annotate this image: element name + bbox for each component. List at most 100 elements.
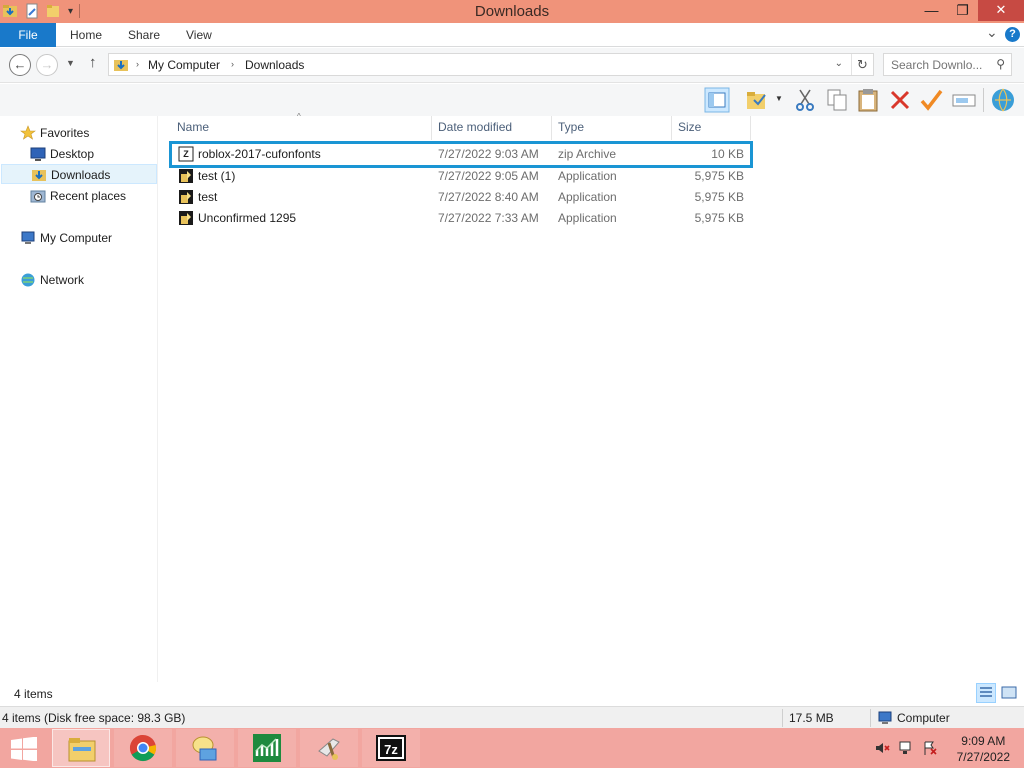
taskbar: 7z 9:09 AM 7/27/2022 [0,728,1024,768]
file-name: test [198,190,218,204]
file-type: Application [558,190,617,204]
svg-text:Z: Z [183,149,189,159]
preview-pane-icon[interactable] [704,87,730,113]
column-header-type[interactable]: Type [558,116,584,138]
file-date-modified: 7/27/2022 7:33 AM [438,211,539,225]
tab-view[interactable]: View [186,23,212,47]
maximize-button[interactable]: ❐ [947,0,978,21]
taskbar-cleaner[interactable] [300,729,358,767]
help-icon[interactable]: ? [1005,27,1020,42]
column-header-size[interactable]: Size [678,116,701,138]
file-row-unconfirmed-1295[interactable]: Unconfirmed 1295 7/27/2022 7:33 AM Appli… [172,208,750,229]
column-divider[interactable] [431,116,432,140]
tab-home[interactable]: Home [70,23,102,47]
computer-icon [878,711,892,724]
up-button[interactable]: ↑ [89,54,97,71]
window-controls: — ❐ ✕ [916,0,1024,21]
search-box[interactable]: ⚲ [883,53,1012,76]
move-to-folder-icon[interactable] [744,87,770,113]
delete-icon[interactable] [887,87,913,113]
chrome-icon [129,734,157,762]
file-explorer-icon [68,738,96,762]
star-icon [20,125,36,140]
computer-icon [21,231,35,244]
downloads-folder-icon [32,170,46,181]
taskbar-clock[interactable]: 9:09 AM 7/27/2022 [957,733,1010,765]
large-icons-view-button[interactable] [999,683,1019,703]
nav-desktop[interactable]: Desktop [30,144,150,164]
nav-my-computer[interactable]: My Computer [20,228,150,248]
globe-icon[interactable] [990,87,1016,113]
taskbar-stock-chart[interactable] [238,729,296,767]
navigation-pane: Favorites Desktop Downloads Recent place… [0,116,158,682]
nav-my-computer-label: My Computer [40,231,113,245]
cut-icon[interactable] [792,87,818,113]
file-row-roblox-2017-cufonfonts[interactable]: Z roblox-2017-cufonfonts 7/27/2022 9:03 … [169,141,753,168]
nav-recent-places[interactable]: Recent places [30,186,150,206]
taskbar-7zip[interactable]: 7z [362,729,420,767]
nav-recent-places-label: Recent places [50,189,127,203]
file-size: 5,975 KB [694,211,744,225]
network-tray-icon[interactable] [898,740,914,756]
expand-ribbon-icon[interactable]: ⌄ [986,24,998,41]
application-icon [179,190,193,204]
file-size: 10 KB [711,147,744,161]
close-button[interactable]: ✕ [978,0,1024,21]
messenger-icon [192,736,217,761]
copy-icon[interactable] [824,87,850,113]
disk-space-summary: 4 items (Disk free space: 98.3 GB) [2,711,186,725]
breadcrumb-my-computer[interactable]: My Computer [148,58,220,72]
taskbar-chrome[interactable] [114,729,172,767]
column-divider[interactable] [551,116,552,140]
address-dropdown-icon[interactable]: ⌄ [835,58,843,69]
status-bar: 4 items [0,682,1024,706]
taskbar-file-explorer[interactable] [52,729,110,767]
network-icon [21,273,35,287]
details-view-button[interactable] [976,683,996,703]
file-row-test-1[interactable]: test (1) 7/27/2022 9:05 AM Application 5… [172,166,750,187]
desktop-icon [30,147,46,161]
apply-checkmark-icon[interactable] [918,87,944,113]
minimize-button[interactable]: — [916,0,947,21]
action-center-icon[interactable] [922,740,938,756]
rename-icon[interactable] [951,87,977,113]
column-divider[interactable] [671,116,672,140]
file-size: 5,975 KB [694,190,744,204]
clock-time: 9:09 AM [961,734,1006,748]
search-icon[interactable]: ⚲ [996,57,1005,71]
nav-favorites[interactable]: Favorites [20,123,150,143]
volume-muted-icon[interactable] [874,740,890,756]
file-name: test (1) [198,169,236,183]
refresh-icon[interactable]: ↻ [851,54,873,75]
search-input[interactable] [884,54,989,75]
back-button[interactable]: ← [9,54,31,76]
taskbar-messenger[interactable] [176,729,234,767]
zip-archive-icon: Z [178,146,194,162]
column-header-name[interactable]: Name [177,116,209,138]
command-toolbar: ▼ [0,84,1024,116]
nav-network[interactable]: Network [20,270,150,290]
location-label: Computer [897,711,950,725]
application-icon [179,211,193,225]
column-divider[interactable] [750,116,751,140]
breadcrumb-downloads[interactable]: Downloads [245,58,304,72]
toolbar-divider [983,88,984,112]
paste-icon[interactable] [855,87,881,113]
recent-locations-icon[interactable]: ▼ [66,58,75,68]
cleaner-icon [318,738,340,760]
file-name: roblox-2017-cufonfonts [198,147,321,161]
forward-button[interactable]: → [36,54,58,76]
organize-dropdown-icon[interactable]: ▼ [775,94,783,103]
window-title: Downloads [474,3,550,20]
total-size: 17.5 MB [789,711,834,725]
file-row-test[interactable]: test 7/27/2022 8:40 AM Application 5,975… [172,187,750,208]
address-bar[interactable]: › My Computer › Downloads ⌄ ↻ [108,53,874,76]
nav-desktop-label: Desktop [50,147,95,161]
start-button[interactable] [0,729,48,767]
column-header-date-modified[interactable]: Date modified [438,116,512,138]
breadcrumb-separator[interactable]: › [136,59,139,69]
breadcrumb-separator[interactable]: › [231,59,234,69]
tab-share[interactable]: Share [128,23,160,47]
tab-file[interactable]: File [0,23,56,47]
nav-downloads[interactable]: Downloads [1,164,157,184]
